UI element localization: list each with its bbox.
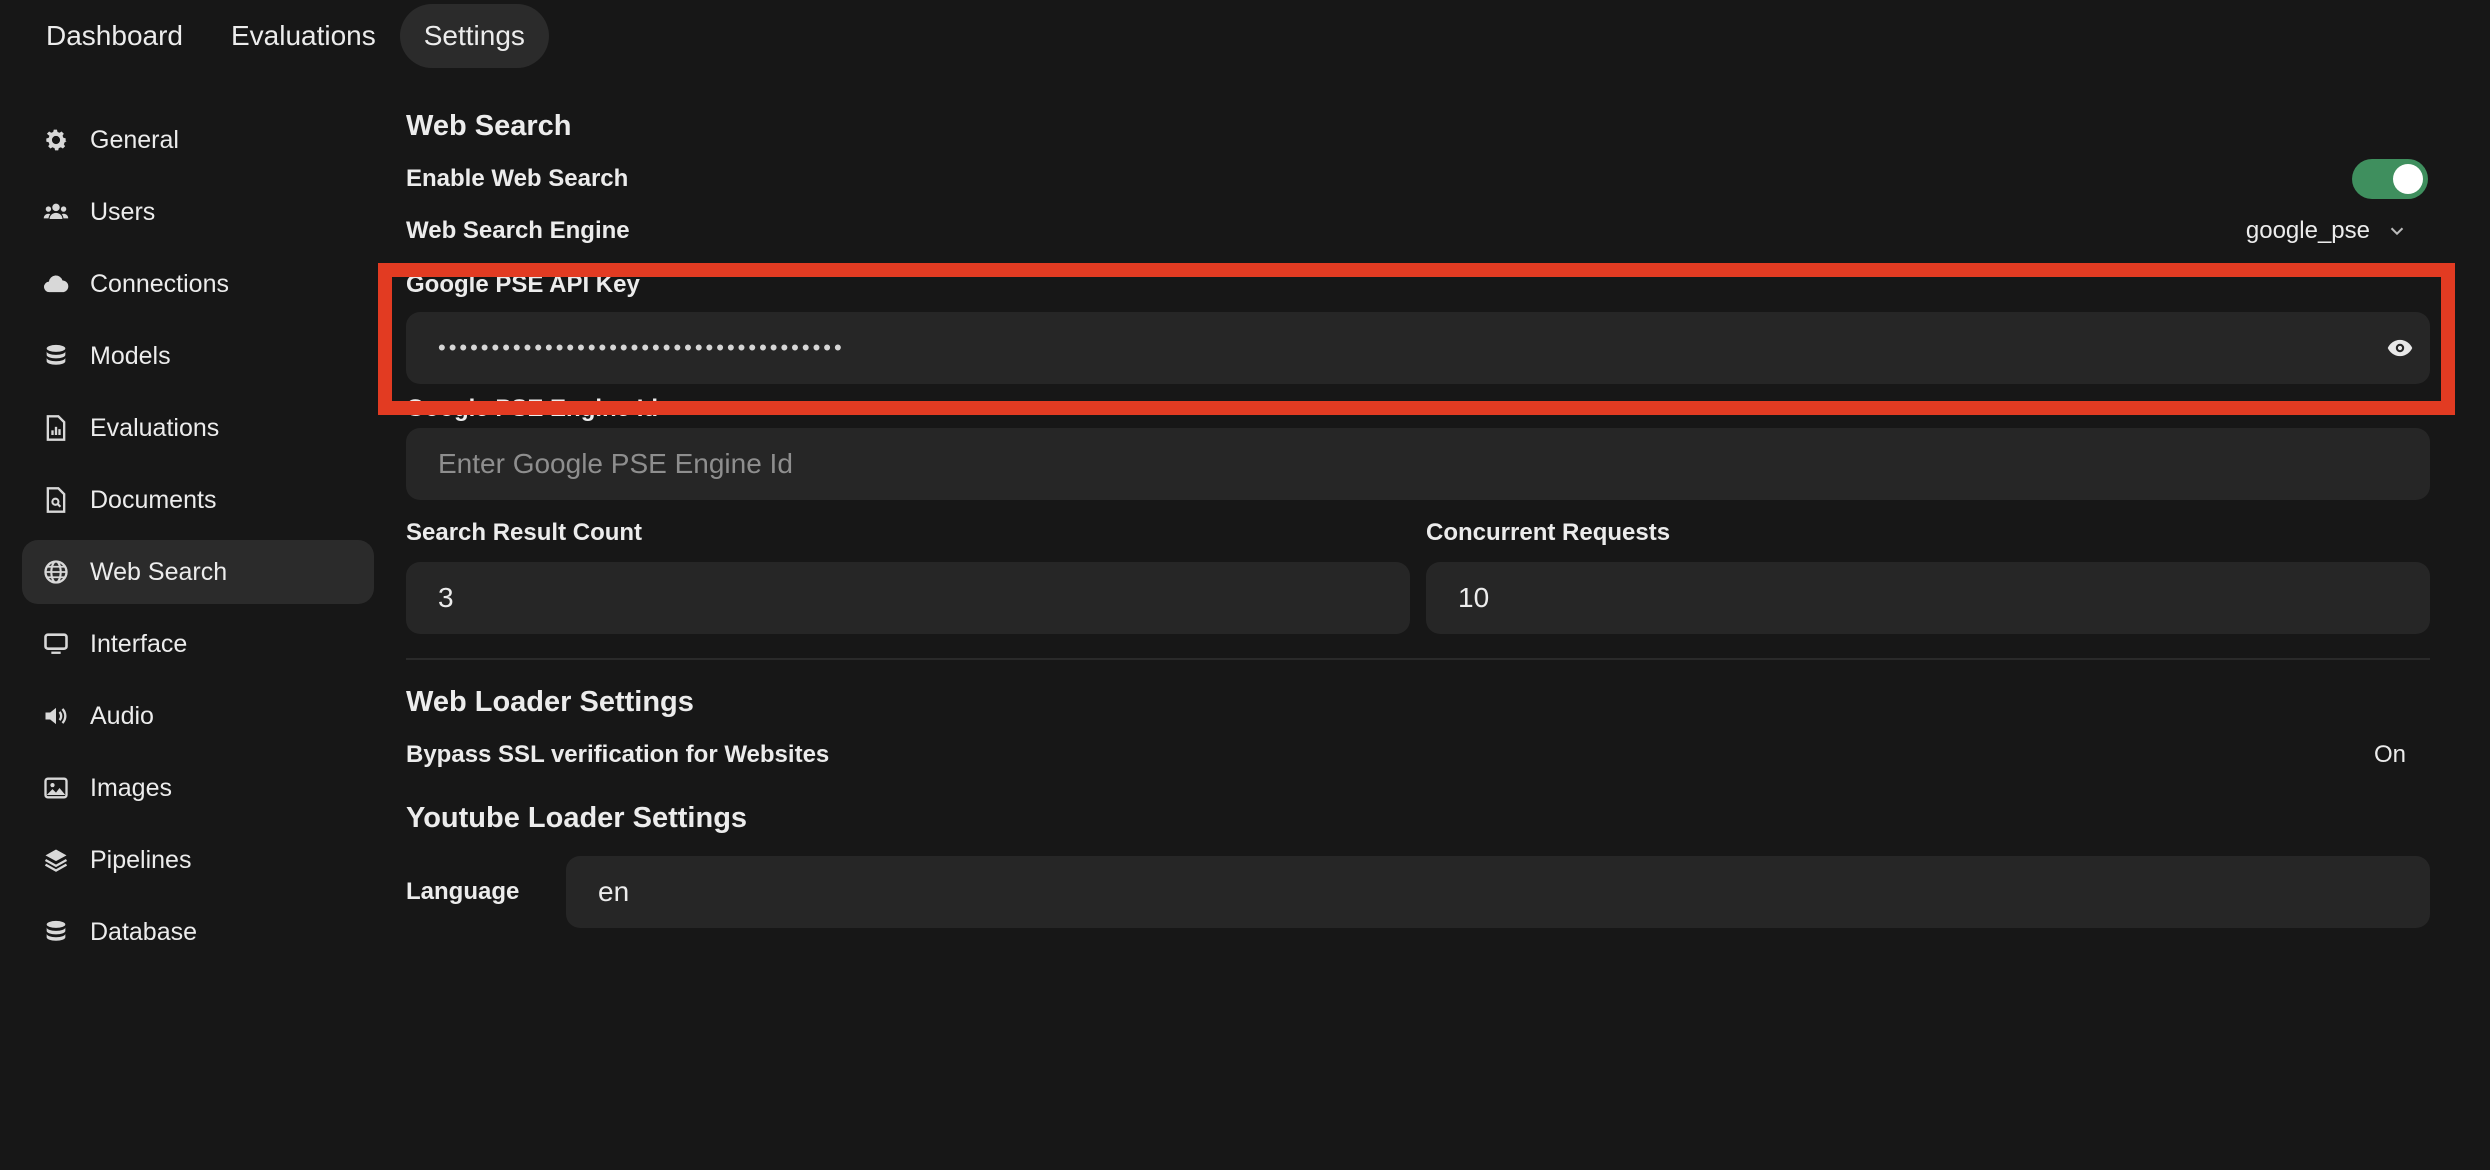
web-search-engine-select[interactable]: google_pse	[2246, 217, 2408, 245]
web-search-settings: Web Search Enable Web Search Web Search …	[406, 100, 2430, 928]
settings-sidebar: General Users Connections Models Evaluat…	[22, 108, 374, 972]
concurrent-requests-input[interactable]: 10	[1426, 562, 2430, 634]
bypass-ssl-toggle-button[interactable]: On	[2374, 741, 2406, 769]
database-icon	[42, 342, 70, 370]
engine-id-field[interactable]	[438, 448, 2398, 480]
search-result-count-group: Search Result Count 3	[406, 516, 1410, 634]
sidebar-item-label: Web Search	[90, 557, 228, 586]
sidebar-item-images[interactable]: Images	[22, 756, 374, 820]
sidebar-item-users[interactable]: Users	[22, 180, 374, 244]
sidebar-item-connections[interactable]: Connections	[22, 252, 374, 316]
bypass-ssl-row: Bypass SSL verification for Websites On	[406, 732, 2430, 778]
section-title-web-search: Web Search	[406, 110, 572, 142]
api-key-masked-value: ••••••••••••••••••••••••••••••••••••••	[438, 335, 845, 360]
enable-web-search-label: Enable Web Search	[406, 165, 629, 192]
sidebar-item-database[interactable]: Database	[22, 900, 374, 964]
layers-icon	[42, 846, 70, 874]
sidebar-item-label: Interface	[90, 629, 188, 658]
search-result-count-input[interactable]: 3	[406, 562, 1410, 634]
sidebar-item-label: Connections	[90, 269, 229, 298]
globe-icon	[42, 558, 70, 586]
sidebar-item-label: Database	[90, 917, 198, 946]
sidebar-item-label: General	[90, 125, 179, 154]
section-title-web-loader: Web Loader Settings	[406, 686, 694, 718]
section-divider	[406, 658, 2430, 660]
sidebar-item-pipelines[interactable]: Pipelines	[22, 828, 374, 892]
document-chart-icon	[42, 414, 70, 442]
sidebar-item-models[interactable]: Models	[22, 324, 374, 388]
google-pse-engine-id-label: Google PSE Engine Id	[406, 395, 659, 422]
language-row: Language en	[406, 856, 2430, 928]
sidebar-item-label: Evaluations	[90, 413, 220, 442]
sidebar-item-interface[interactable]: Interface	[22, 612, 374, 676]
cloud-icon	[42, 270, 70, 298]
section-title-youtube-loader: Youtube Loader Settings	[406, 802, 748, 834]
google-pse-api-key-input[interactable]: ••••••••••••••••••••••••••••••••••••••	[406, 312, 2430, 384]
language-input[interactable]: en	[566, 856, 2430, 928]
monitor-icon	[42, 630, 70, 658]
top-nav: Dashboard Evaluations Settings	[22, 4, 549, 68]
sidebar-item-general[interactable]: General	[22, 108, 374, 172]
concurrent-requests-value: 10	[1458, 582, 1490, 613]
web-search-engine-value: google_pse	[2245, 217, 2370, 244]
google-pse-engine-id-input[interactable]	[406, 428, 2430, 500]
sidebar-item-web-search[interactable]: Web Search	[22, 540, 374, 604]
language-label: Language	[406, 878, 520, 905]
sidebar-item-label: Images	[90, 773, 172, 802]
speaker-icon	[42, 702, 70, 730]
enable-web-search-toggle[interactable]	[2352, 159, 2428, 199]
bypass-ssl-label: Bypass SSL verification for Websites	[406, 741, 830, 768]
tab-dashboard[interactable]: Dashboard	[22, 4, 207, 68]
document-search-icon	[42, 486, 70, 514]
sidebar-item-evaluations[interactable]: Evaluations	[22, 396, 374, 460]
sidebar-item-label: Users	[90, 197, 156, 226]
search-params-row: Search Result Count 3 Concurrent Request…	[406, 516, 2430, 634]
enable-web-search-row: Enable Web Search	[406, 154, 2430, 204]
sidebar-item-label: Audio	[90, 701, 154, 730]
web-search-engine-label: Web Search Engine	[406, 217, 630, 244]
search-result-count-value: 3	[438, 582, 454, 613]
users-icon	[42, 198, 70, 226]
database-icon	[42, 918, 70, 946]
gear-icon	[42, 126, 70, 154]
web-search-engine-row: Web Search Engine google_pse	[406, 204, 2430, 258]
tab-evaluations[interactable]: Evaluations	[207, 4, 400, 68]
concurrent-requests-label: Concurrent Requests	[1426, 519, 1671, 546]
tab-settings[interactable]: Settings	[399, 4, 549, 68]
sidebar-item-audio[interactable]: Audio	[22, 684, 374, 748]
google-pse-api-key-label: Google PSE API Key	[406, 271, 640, 298]
eye-icon[interactable]	[2386, 334, 2414, 362]
chevron-down-icon	[2390, 227, 2404, 236]
toggle-knob	[2393, 164, 2423, 194]
concurrent-requests-group: Concurrent Requests 10	[1426, 516, 2430, 634]
search-result-count-label: Search Result Count	[406, 519, 643, 546]
language-value: en	[598, 876, 630, 907]
sidebar-item-label: Models	[90, 341, 171, 370]
sidebar-item-label: Pipelines	[90, 845, 192, 874]
sidebar-item-label: Documents	[90, 485, 217, 514]
image-icon	[42, 774, 70, 802]
sidebar-item-documents[interactable]: Documents	[22, 468, 374, 532]
